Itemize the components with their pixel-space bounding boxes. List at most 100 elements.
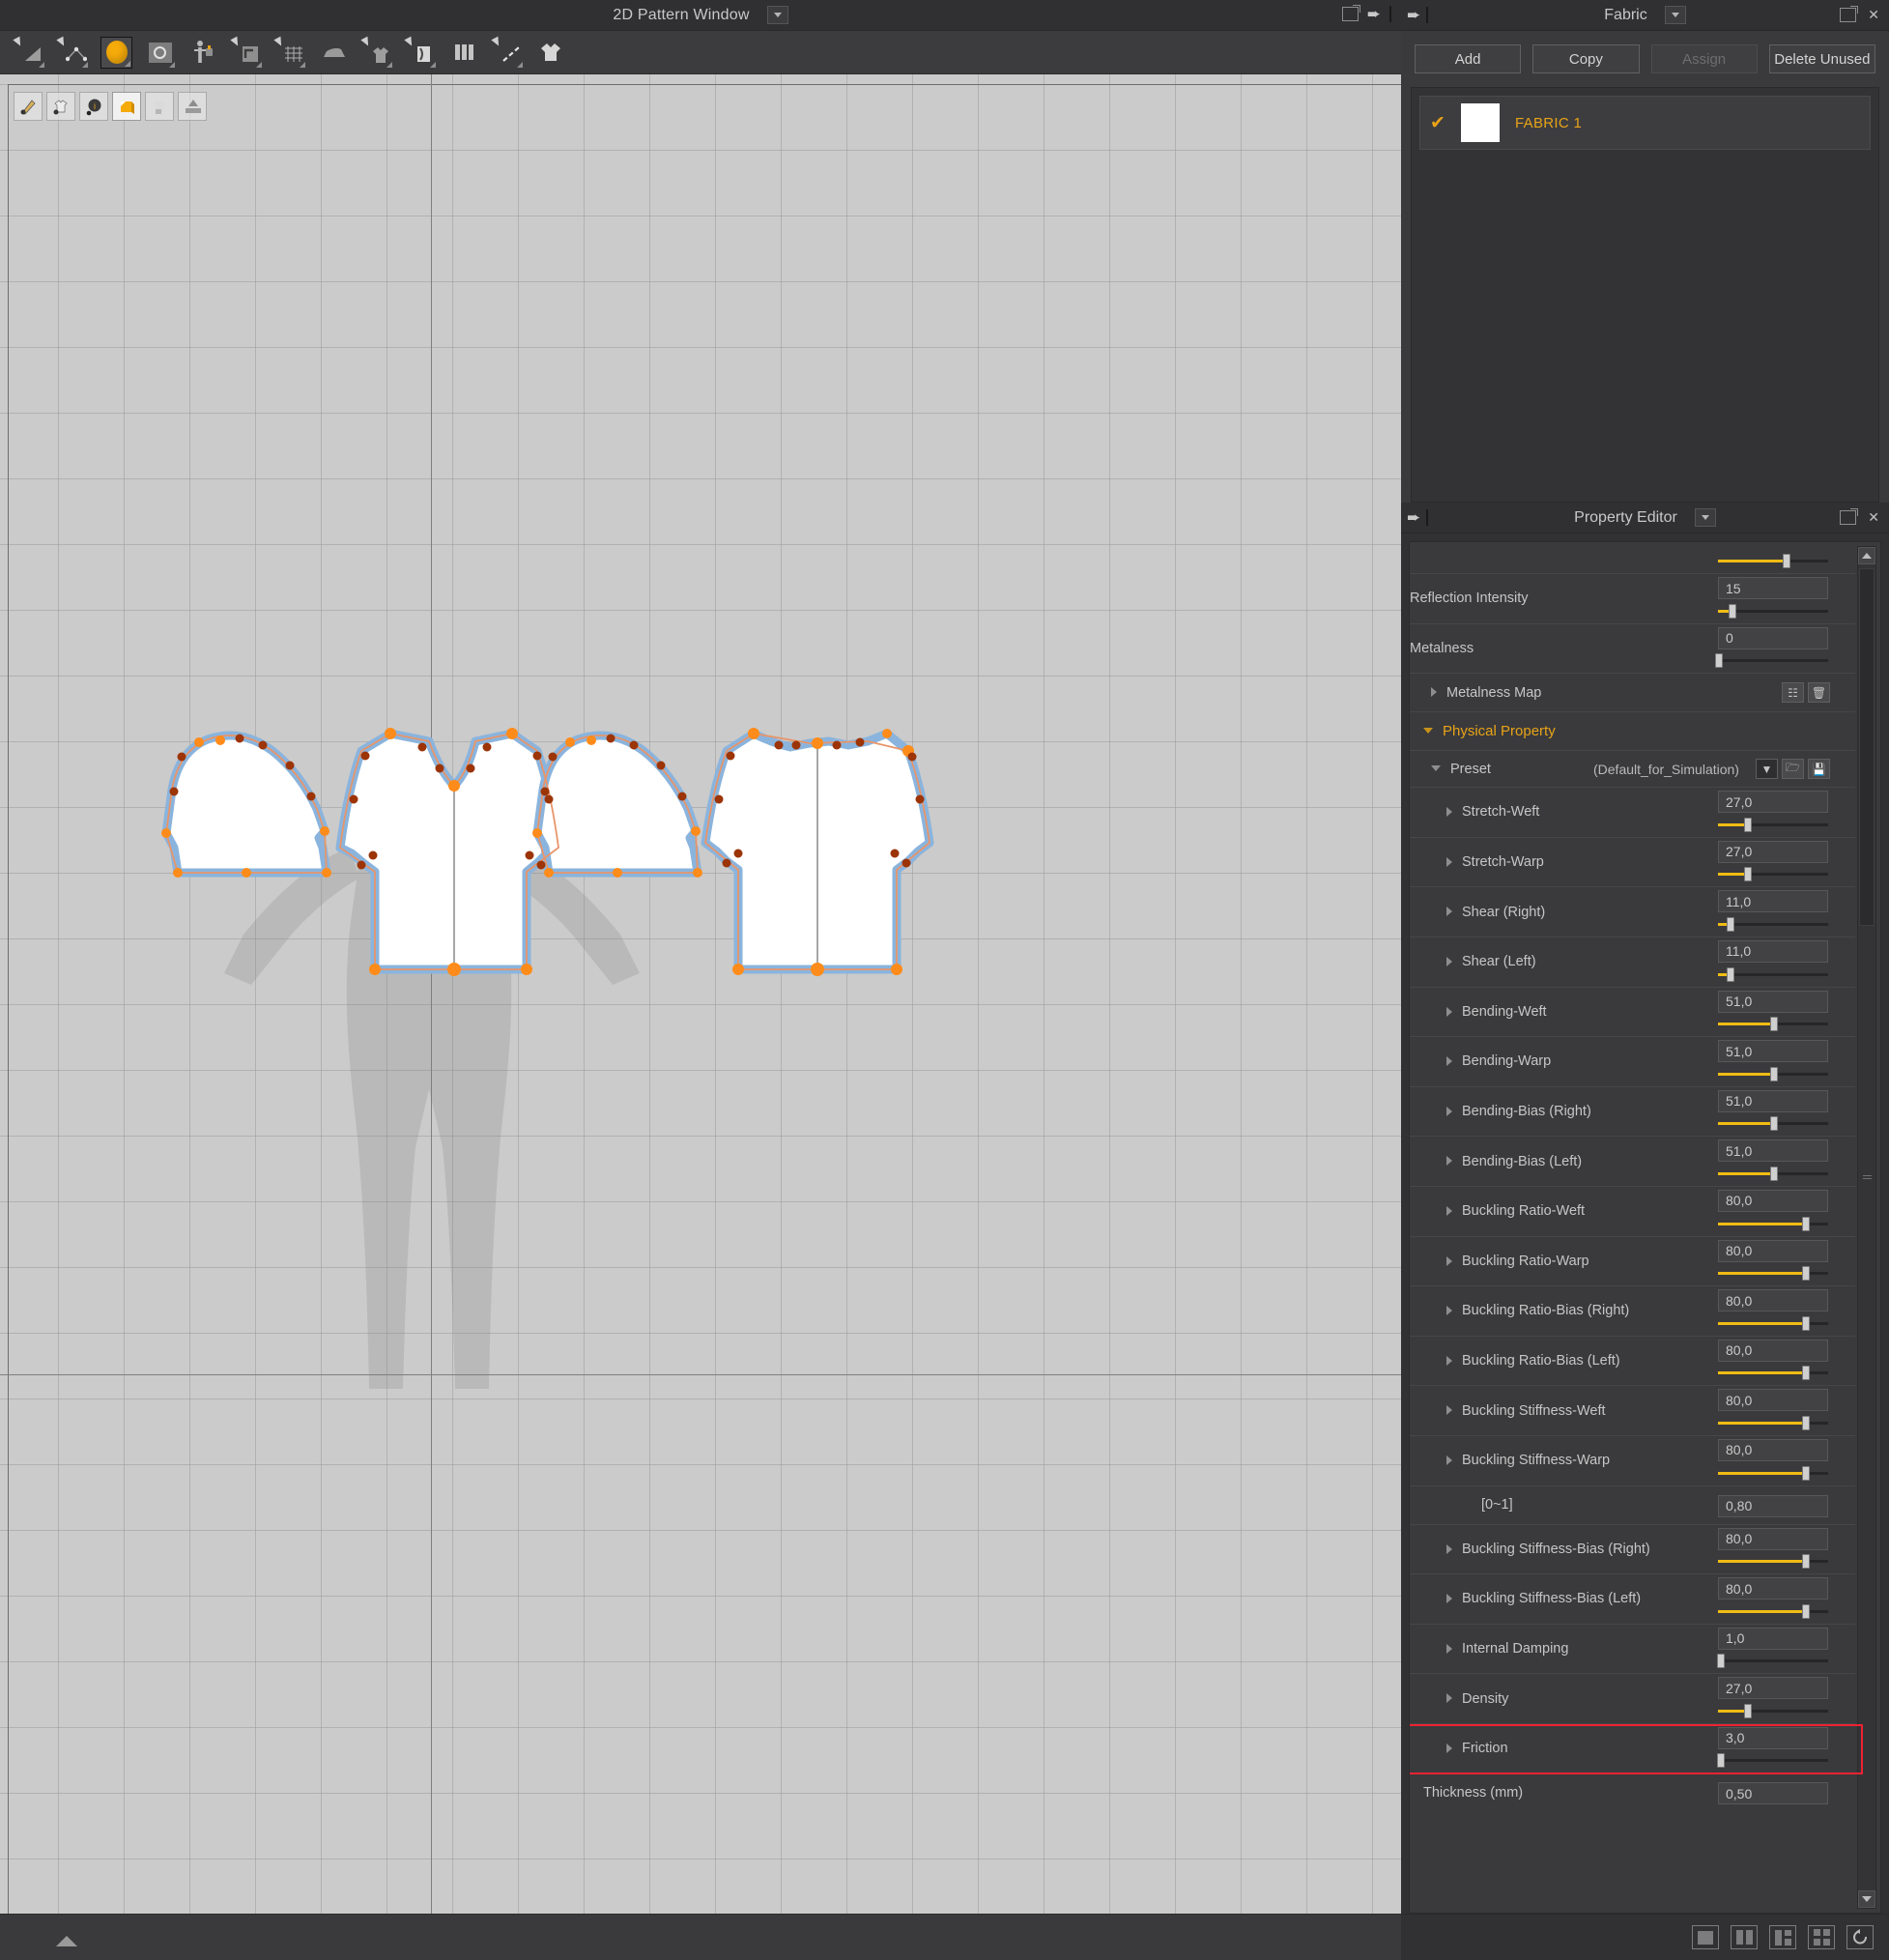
show-ruler-toggle[interactable] xyxy=(178,92,207,121)
fabric-checked-icon[interactable]: ✔ xyxy=(1430,112,1445,134)
row-label-wrap[interactable]: Shear (Left) xyxy=(1410,953,1536,970)
property-row-buckling-ratio-warp[interactable]: Buckling Ratio-Warp 80,0 xyxy=(1410,1237,1855,1287)
mesh-tool[interactable] xyxy=(273,36,306,69)
property-row-bending-bias-right[interactable]: Bending-Bias (Right) 51,0 xyxy=(1410,1087,1855,1138)
row-slider[interactable] xyxy=(1718,966,1828,982)
row-label-wrap[interactable]: Buckling Stiffness-Bias (Right) xyxy=(1410,1541,1650,1558)
fabric-color-tool[interactable] xyxy=(100,36,132,69)
row-slider[interactable] xyxy=(1718,1366,1828,1381)
map-select-button[interactable]: ☷ xyxy=(1782,682,1804,704)
row-value-input[interactable]: 3,0 xyxy=(1718,1726,1828,1749)
row-value-input[interactable]: 11,0 xyxy=(1718,939,1828,963)
property-row-density[interactable]: Density 27,0 xyxy=(1410,1674,1855,1724)
preset-toggle[interactable]: Preset xyxy=(1410,761,1491,778)
property-row-metalness[interactable]: Metalness 0 xyxy=(1410,624,1855,675)
row-label-wrap[interactable]: Shear (Right) xyxy=(1410,904,1545,921)
row-slider[interactable] xyxy=(1718,603,1828,619)
row-slider[interactable] xyxy=(1718,1465,1828,1481)
fabric-color-swatch[interactable] xyxy=(1461,103,1500,142)
row-value-input[interactable]: 51,0 xyxy=(1718,990,1828,1013)
layout-left-big-button[interactable] xyxy=(1769,1925,1796,1949)
property-row-buckling-stiffness-bias-left[interactable]: Buckling Stiffness-Bias (Left) 80,0 xyxy=(1410,1574,1855,1625)
property-row-shear-left[interactable]: Shear (Left) 11,0 xyxy=(1410,937,1855,988)
property-row-reflection-intensity[interactable]: Reflection Intensity 15 xyxy=(1410,574,1855,624)
property-editor-pin[interactable]: ➨ xyxy=(1407,509,1429,526)
row-label-wrap[interactable]: Bending-Bias (Right) xyxy=(1410,1103,1591,1120)
property-group-physical-property[interactable]: Physical Property xyxy=(1410,712,1855,752)
preset-save-button[interactable]: 💾 xyxy=(1808,759,1830,780)
scroll-down-arrow-icon[interactable] xyxy=(1858,1890,1875,1908)
map-toggle[interactable]: Metalness Map xyxy=(1410,684,1541,702)
row-slider[interactable] xyxy=(1718,1315,1828,1331)
row-label-wrap[interactable]: Internal Damping xyxy=(1410,1640,1568,1657)
pin-arrow-icon[interactable]: ➨ xyxy=(1367,6,1381,22)
row-slider[interactable] xyxy=(1718,1703,1828,1718)
row-label-wrap[interactable]: Bending-Bias (Left) xyxy=(1410,1153,1582,1170)
property-row-bending-weft[interactable]: Bending-Weft 51,0 xyxy=(1410,988,1855,1038)
partial-slider[interactable] xyxy=(1718,554,1828,568)
row-value-input[interactable]: 0,80 xyxy=(1718,1494,1828,1517)
property-row-friction[interactable]: Friction 3,0 xyxy=(1410,1724,1855,1774)
row-label-wrap[interactable]: Buckling Ratio-Warp xyxy=(1410,1253,1589,1270)
row-value-input[interactable]: 80,0 xyxy=(1718,1239,1828,1262)
lock-garment-toggle[interactable] xyxy=(145,92,174,121)
property-row-shear-right[interactable]: Shear (Right) 11,0 xyxy=(1410,887,1855,937)
garment-preview-tool[interactable] xyxy=(535,37,567,69)
row-value-input[interactable]: 80,0 xyxy=(1718,1339,1828,1362)
property-row-preset[interactable]: Preset (Default_for_Simulation) ▼ 🗁 💾 xyxy=(1410,751,1855,789)
property-row-buckling-ratio-bias-left[interactable]: Buckling Ratio-Bias (Left) 80,0 xyxy=(1410,1337,1855,1387)
layout-two-column-button[interactable] xyxy=(1731,1925,1758,1949)
property-row-bending-warp[interactable]: Bending-Warp 51,0 xyxy=(1410,1037,1855,1087)
add-fabric-button[interactable]: Add xyxy=(1415,44,1522,73)
row-slider[interactable] xyxy=(1718,1116,1828,1132)
layout-reset-button[interactable] xyxy=(1846,1925,1874,1949)
row-slider[interactable] xyxy=(1718,1066,1828,1081)
show-fabric-toggle[interactable] xyxy=(112,92,141,121)
pin-arrow-icon[interactable]: ➨ xyxy=(1407,509,1420,526)
fabric-list-item[interactable]: ✔ FABRIC 1 xyxy=(1419,96,1871,150)
property-row-stretch-warp[interactable]: Stretch-Warp 27,0 xyxy=(1410,838,1855,888)
row-value-input[interactable]: 0 xyxy=(1718,626,1828,649)
show-garment-toggle[interactable] xyxy=(46,92,75,121)
measure-tool[interactable] xyxy=(491,36,524,69)
row-value-input[interactable]: 80,0 xyxy=(1718,1289,1828,1312)
property-row-bending-bias-left[interactable]: Bending-Bias (Left) 51,0 xyxy=(1410,1137,1855,1187)
scroll-up-arrow-icon[interactable] xyxy=(1858,547,1875,564)
row-value-input[interactable]: 80,0 xyxy=(1718,1189,1828,1212)
preset-dropdown-button[interactable]: ▼ xyxy=(1756,759,1778,780)
row-label-wrap[interactable]: Buckling Stiffness-Weft xyxy=(1410,1402,1606,1420)
row-value-input[interactable]: 51,0 xyxy=(1718,1089,1828,1112)
row-label-wrap[interactable]: Density xyxy=(1410,1690,1508,1708)
copy-fabric-button[interactable]: Copy xyxy=(1532,44,1640,73)
property-row-buckling-ratio-bias-right[interactable]: Buckling Ratio-Bias (Right) 80,0 xyxy=(1410,1286,1855,1337)
row-value-input[interactable]: 11,0 xyxy=(1718,890,1828,913)
row-slider[interactable] xyxy=(1717,1753,1828,1769)
float-window-icon[interactable] xyxy=(1341,5,1360,21)
row-slider[interactable] xyxy=(1718,1166,1828,1181)
row-label-wrap[interactable]: Buckling Ratio-Bias (Left) xyxy=(1410,1352,1620,1369)
row-label-wrap[interactable]: Buckling Stiffness-Warp xyxy=(1410,1452,1610,1469)
group-toggle[interactable]: Physical Property xyxy=(1410,723,1556,740)
garment-tool[interactable] xyxy=(360,36,393,69)
delete-unused-fabric-button[interactable]: Delete Unused xyxy=(1768,44,1875,73)
row-slider[interactable] xyxy=(1718,1603,1828,1619)
row-label-wrap[interactable]: Bending-Warp xyxy=(1410,1052,1551,1070)
property-row-buckling-ratio-weft[interactable]: Buckling Ratio-Weft 80,0 xyxy=(1410,1187,1855,1237)
pattern-canvas[interactable]: i xyxy=(0,74,1401,1914)
map-delete-button[interactable]: 🗑 xyxy=(1808,682,1830,704)
edit-curve-point-tool[interactable] xyxy=(56,36,89,69)
row-label-wrap[interactable]: Friction xyxy=(1410,1740,1508,1757)
row-value-input[interactable]: 15 xyxy=(1718,577,1828,599)
row-value-input[interactable]: 27,0 xyxy=(1718,1677,1828,1700)
row-label-wrap[interactable]: Buckling Ratio-Weft xyxy=(1410,1202,1585,1220)
shape-tool[interactable] xyxy=(144,37,176,69)
property-row-metalness-map[interactable]: Metalness Map ☷ 🗑 xyxy=(1410,674,1855,713)
scrollbar-thumb[interactable] xyxy=(1859,568,1875,926)
property-row-buckling-stiffness-bias-right[interactable]: Buckling Stiffness-Bias (Right) 80,0 xyxy=(1410,1525,1855,1575)
pleat-fold-tool[interactable] xyxy=(448,37,480,69)
row-value-input[interactable]: 80,0 xyxy=(1718,1438,1828,1461)
row-value-input[interactable]: 51,0 xyxy=(1718,1139,1828,1163)
close-icon[interactable]: ✕ xyxy=(1868,509,1879,526)
row-label-wrap[interactable]: Metalness xyxy=(1410,640,1474,657)
row-value-input[interactable]: 80,0 xyxy=(1718,1577,1828,1600)
